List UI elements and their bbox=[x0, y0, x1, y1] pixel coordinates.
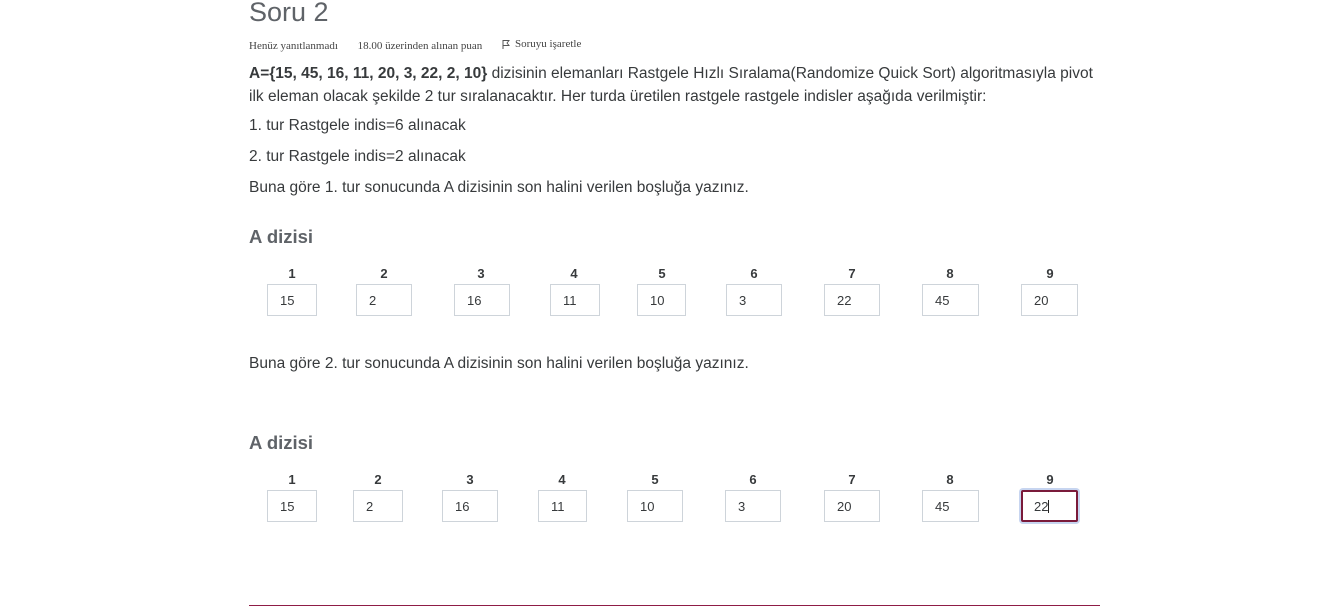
array-definition: A={15, 45, 16, 11, 20, 3, 22, 2, 10} bbox=[249, 65, 488, 82]
column-header: 4 bbox=[558, 472, 566, 487]
prompt-round2: Buna göre 2. tur sonucunda A dizisinin s… bbox=[249, 355, 749, 372]
question-title: Soru 2 bbox=[249, 0, 329, 27]
column-header: 3 bbox=[466, 472, 474, 487]
column-header: 9 bbox=[1046, 472, 1054, 487]
column-header: 8 bbox=[946, 266, 954, 281]
table2-title: A dizisi bbox=[249, 432, 314, 453]
answer-input[interactable]: 2 bbox=[353, 490, 403, 522]
question-text: A={15, 45, 16, 11, 20, 3, 22, 2, 10} diz… bbox=[249, 62, 1104, 108]
answer-input[interactable]: 16 bbox=[454, 284, 510, 316]
question-state: Henüz yanıtlanmadı bbox=[249, 40, 338, 52]
flag-icon bbox=[502, 40, 510, 49]
answer-input[interactable]: 11 bbox=[538, 490, 587, 522]
column-header: 5 bbox=[651, 472, 659, 487]
answer-input[interactable]: 15 bbox=[267, 284, 317, 316]
column-header: 8 bbox=[946, 472, 954, 487]
column-header: 7 bbox=[848, 472, 856, 487]
column-header: 9 bbox=[1046, 266, 1054, 281]
answer-input[interactable]: 22 bbox=[824, 284, 880, 316]
text-caret bbox=[1048, 500, 1050, 513]
answer-input[interactable]: 20 bbox=[1021, 284, 1078, 316]
prompt-round1: Buna göre 1. tur sonucunda A dizisinin s… bbox=[249, 179, 749, 196]
bottom-divider bbox=[249, 605, 1100, 606]
column-header: 6 bbox=[749, 472, 757, 487]
round1-note: 1. tur Rastgele indis=6 alınacak bbox=[249, 117, 466, 134]
flag-question-label: Soruyu işaretle bbox=[515, 38, 582, 50]
column-header: 6 bbox=[750, 266, 758, 281]
column-header: 1 bbox=[288, 472, 296, 487]
answer-input[interactable]: 45 bbox=[922, 490, 979, 522]
answer-input[interactable]: 11 bbox=[550, 284, 600, 316]
question-panel: Soru 2 Henüz yanıtlanmadı 18.00 üzerinde… bbox=[249, 0, 1101, 613]
column-header: 2 bbox=[380, 266, 388, 281]
question-info: Henüz yanıtlanmadı 18.00 üzerinden alına… bbox=[249, 38, 581, 52]
column-header: 3 bbox=[477, 266, 485, 281]
answer-input[interactable]: 16 bbox=[442, 490, 498, 522]
table1-title: A dizisi bbox=[249, 226, 314, 247]
column-header: 7 bbox=[848, 266, 856, 281]
column-header: 2 bbox=[374, 472, 382, 487]
answer-input[interactable]: 3 bbox=[725, 490, 781, 522]
answer-input[interactable]: 15 bbox=[267, 490, 317, 522]
answer-input[interactable]: 45 bbox=[922, 284, 979, 316]
answer-input[interactable]: 10 bbox=[627, 490, 683, 522]
question-grade: 18.00 üzerinden alınan puan bbox=[357, 40, 483, 52]
round2-note: 2. tur Rastgele indis=2 alınacak bbox=[249, 148, 466, 165]
column-header: 1 bbox=[288, 266, 296, 281]
answer-input[interactable]: 10 bbox=[637, 284, 686, 316]
column-header: 5 bbox=[658, 266, 666, 281]
answer-input[interactable]: 22 bbox=[1021, 490, 1078, 522]
answer-input[interactable]: 3 bbox=[726, 284, 782, 316]
answer-input[interactable]: 20 bbox=[824, 490, 880, 522]
answer-input[interactable]: 2 bbox=[356, 284, 412, 316]
flag-question-link[interactable]: Soruyu işaretle bbox=[502, 38, 581, 50]
column-header: 4 bbox=[570, 266, 578, 281]
